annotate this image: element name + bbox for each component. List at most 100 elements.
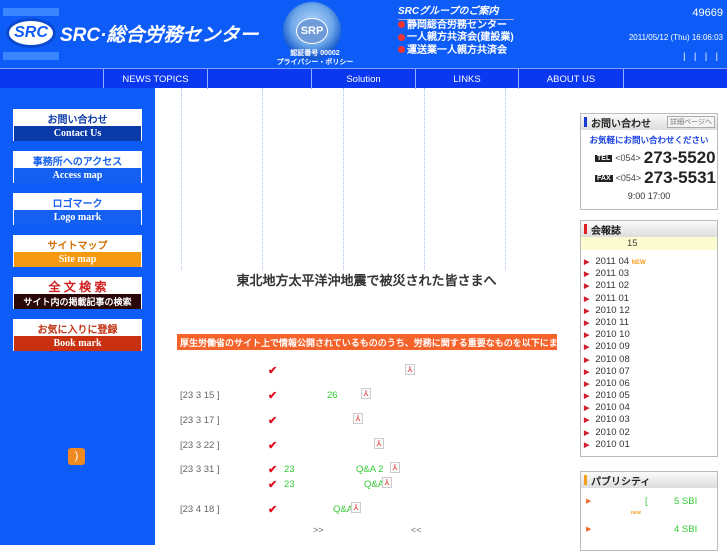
site-map-button[interactable]: サイトマップ Site map xyxy=(13,235,142,267)
pdf-icon[interactable]: ⅄ xyxy=(390,462,400,473)
archive-item[interactable]: ▶ 2010 12 xyxy=(581,305,717,317)
headline: 東北地方太平洋沖地震で被災された皆さまへ xyxy=(236,273,497,288)
arrow-icon: ▶ xyxy=(584,332,590,340)
publicity-text: 5 SBI xyxy=(674,496,698,507)
archive-label: 2010 10 xyxy=(595,329,630,341)
archive-item[interactable]: ▶ 2011 02 xyxy=(581,280,717,292)
contact-us-button[interactable]: お問い合わせ Contact Us xyxy=(13,109,142,141)
button-label: お気に入りに登録 xyxy=(14,320,141,336)
datetime: 2011/05/12 (Thu) 16:06:03 xyxy=(628,33,723,42)
row-date: [23 4 18 ] xyxy=(180,504,220,515)
archive-item[interactable]: ▶ 2010 09 xyxy=(581,341,717,353)
panel-title: パブリシティ xyxy=(591,476,651,488)
check-icon: ✔ xyxy=(268,415,278,427)
panel-header: 会報誌 xyxy=(581,221,717,237)
publicity-bracket: [ xyxy=(645,496,648,507)
next-link[interactable]: >> xyxy=(313,525,324,535)
tel-number: 273-5520 xyxy=(643,148,716,167)
archive-item[interactable]: ▶ 2010 05 xyxy=(581,390,717,402)
archive-item[interactable]: ▶ 2010 03 xyxy=(581,414,717,426)
nav-links[interactable]: LINKS xyxy=(415,69,518,89)
group-link-1[interactable]: 一人親方共済会(建設業) xyxy=(398,32,514,45)
logo-mark-button[interactable]: ロゴマーク Logo mark xyxy=(13,193,142,225)
archive-item[interactable]: ▶ 2010 07 xyxy=(581,366,717,378)
arrow-icon: ▶ xyxy=(586,498,592,505)
archive-label: 2010 05 xyxy=(595,390,630,402)
pdf-icon[interactable]: ⅄ xyxy=(353,413,363,424)
new-badge: NEW xyxy=(631,260,646,266)
arrow-icon: ▶ xyxy=(584,319,590,327)
archive-item[interactable]: ▶ 2010 02 xyxy=(581,427,717,439)
archive-item[interactable]: ▶ 2011 03 xyxy=(581,268,717,280)
header: SRC SRC·総合労務センター SRP 認証番号 00002 プライバシー・ポ… xyxy=(0,0,727,68)
archive-item[interactable]: ▶ 2011 04 NEW xyxy=(581,256,717,268)
archive-label: 2010 04 xyxy=(595,402,630,414)
divider xyxy=(424,88,425,270)
group-link-2[interactable]: 運送業一人親方共済会 xyxy=(398,45,514,58)
visitor-counter: 49669 xyxy=(692,7,723,19)
bulletin-panel: 会報誌 15 ▶ 2011 04 NEW ▶ 2011 03 ▶ 2011 02 ▶ 2011… xyxy=(580,220,718,457)
header-links[interactable]: | | | | xyxy=(683,51,721,61)
decor-bar xyxy=(3,8,59,16)
pdf-icon[interactable]: ⅄ xyxy=(382,477,392,488)
site-logo[interactable]: SRC SRC·総合労務センター xyxy=(6,18,258,48)
fax-label: FAX xyxy=(595,174,613,182)
bullet-icon xyxy=(398,33,405,41)
left-sidebar: お問い合わせ Contact Us 事務所へのアクセス Access map ロゴマ… xyxy=(0,88,155,545)
archive-item[interactable]: ▶ 2010 04 xyxy=(581,402,717,414)
divider xyxy=(181,88,182,270)
contact-panel: お問い合わせ 詳細ページへ お気軽にお問い合わせください TEL <054> 273… xyxy=(580,113,718,210)
decor-bar xyxy=(3,52,59,60)
archive-item[interactable]: ▶ 2010 01 xyxy=(581,439,717,451)
prev-link[interactable]: << xyxy=(411,525,422,535)
group-link-0[interactable]: 静岡総合労務センター xyxy=(398,20,514,33)
detail-page-button[interactable]: 詳細ページへ xyxy=(667,116,715,128)
nav-news-topics[interactable]: NEWS TOPICS xyxy=(103,69,207,89)
link-text[interactable]: 23 xyxy=(284,479,295,490)
link-text[interactable]: 23 xyxy=(284,464,295,475)
group-link-label: 一人親方共済会(建設業) xyxy=(407,32,514,43)
publicity-item[interactable]: ▶ 4 SBI xyxy=(581,522,717,538)
arrow-icon: ▶ xyxy=(584,271,590,279)
check-icon: ✔ xyxy=(268,479,278,491)
link-text[interactable]: 26 xyxy=(327,390,338,401)
row-date: [23 3 17 ] xyxy=(180,415,220,426)
arrow-icon: ▶ xyxy=(584,417,590,425)
archive-item[interactable]: ▶ 2010 08 xyxy=(581,354,717,366)
latest-issue[interactable]: 15 xyxy=(581,237,717,250)
group-link-label: 静岡総合労務センター xyxy=(407,19,507,31)
panel-title: お問い合わせ xyxy=(591,118,651,130)
access-map-button[interactable]: 事務所へのアクセス Access map xyxy=(13,151,142,183)
row-date: [23 3 22 ] xyxy=(180,440,220,451)
pdf-icon[interactable]: ⅄ xyxy=(374,438,384,449)
nav-solution[interactable]: Solution xyxy=(311,69,415,89)
group-link-label: 運送業一人親方共済会 xyxy=(407,44,507,56)
bookmark-button[interactable]: お気に入りに登録 Book mark xyxy=(13,319,142,351)
archive-item[interactable]: ▶ 2010 10 xyxy=(581,329,717,341)
srp-number: 認証番号 00002 xyxy=(290,50,340,57)
pdf-icon[interactable]: ⅄ xyxy=(405,364,415,375)
nav-blank-2[interactable] xyxy=(623,69,727,89)
button-sublabel: Contact Us xyxy=(14,126,141,141)
archive-label: 2010 01 xyxy=(595,438,630,450)
check-icon: ✔ xyxy=(268,365,278,377)
archive-item[interactable]: ▶ 2011 01 xyxy=(581,293,717,305)
full-text-search-button[interactable]: 全 文 検 索サイト内の掲載記事の検索 xyxy=(13,277,142,309)
link-text[interactable]: Q&A 2 xyxy=(356,464,383,475)
publicity-item[interactable]: ▶ [5 SBI xyxy=(581,488,717,512)
pdf-icon[interactable]: ⅄ xyxy=(351,502,361,513)
arrow-icon: ▶ xyxy=(584,405,590,413)
arrow-icon: ▶ xyxy=(584,344,590,352)
nav-blank-1[interactable] xyxy=(207,69,311,89)
panel-title: 会報誌 xyxy=(591,225,621,237)
archive-item[interactable]: ▶ 2010 06 xyxy=(581,378,717,390)
nav-about-us[interactable]: ABOUT US xyxy=(518,69,623,89)
tel-area: <054> xyxy=(615,153,641,163)
privacy-policy-link[interactable]: プライバシー・ポリシー xyxy=(270,58,360,67)
archive-label: 2010 02 xyxy=(595,426,630,438)
archive-label: 2010 07 xyxy=(595,365,630,377)
pdf-icon[interactable]: ⅄ xyxy=(361,388,371,399)
rss-icon[interactable]: ) xyxy=(68,448,85,465)
archive-label: 2011 03 xyxy=(595,268,630,280)
archive-item[interactable]: ▶ 2010 11 xyxy=(581,317,717,329)
